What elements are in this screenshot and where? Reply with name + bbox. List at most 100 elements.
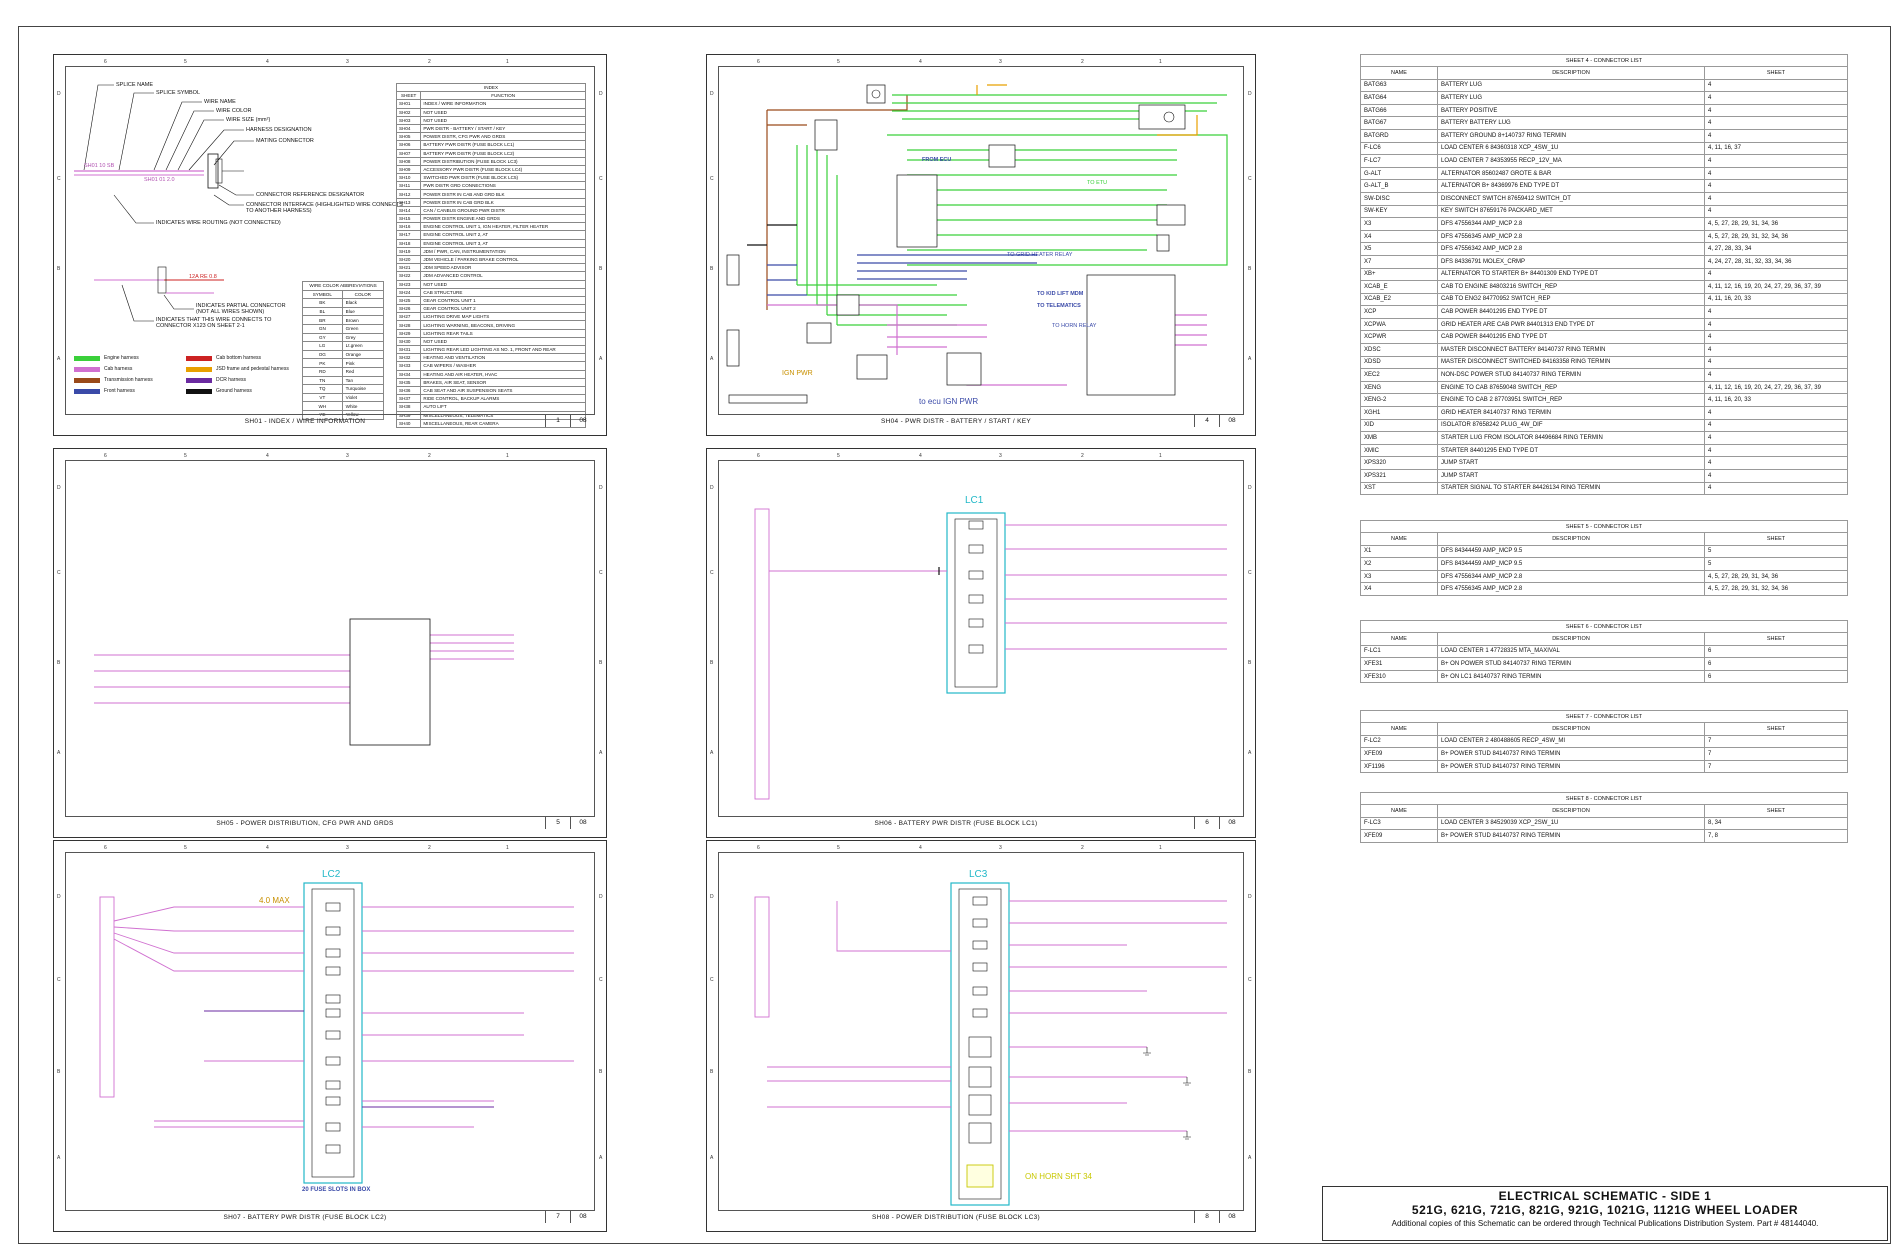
connector-description-cell: ENGINE TO CAB 87659048 SWITCH_REP [1437,380,1705,395]
connector-list-header: NAME DESCRIPTION SHEET [1360,722,1848,736]
connector-sheet-cell: 4 [1704,456,1848,470]
sheet-number: 1 [545,415,570,427]
index-function-cell: LIGHTING DRIVE MAP LIGHTS [420,312,586,322]
index-sheet-cell: SH18 [395,238,422,248]
connector-list-title: SHEET 8 - CONNECTOR LIST [1360,792,1848,805]
connector-description-cell: JUMP START [1437,456,1705,470]
svg-text:A: A [599,750,603,756]
connector-description-cell: CAB TO ENG2 84770952 SWITCH_REP [1437,292,1705,307]
svg-text:3: 3 [346,453,349,459]
connector-sheet-cell: 4, 24, 27, 28, 31, 32, 33, 34, 36 [1704,254,1848,269]
callout-connector-interface: CONNECTOR INTERFACE (HIGHLIGHTED WIRE CO… [246,202,403,214]
connector-description-cell: DISCONNECT SWITCH 87659412 SWITCH_DT [1437,191,1705,206]
harness-legend: Engine harness Cab bottom harness Cab harn… [74,355,304,405]
legend-swatch [74,355,100,361]
sample-wire-label-b: SH01 01 2.0 [144,177,175,183]
connector-row: XCAB_E2 CAB TO ENG2 84770952 SWITCH_REP 4,… [1360,292,1848,307]
sheet-title: SH05 - POWER DISTRIBUTION, CFG PWR AND G… [216,819,394,827]
svg-text:5: 5 [184,453,187,459]
wire-color-row: PK Pink [302,358,385,368]
connector-list-title: SHEET 7 - CONNECTOR LIST [1360,710,1848,723]
connector-name-cell: XB+ [1360,267,1438,282]
callout-connector-ref-sheet: INDICATES THAT THIS WIRE CONNECTS TO CON… [156,317,272,329]
wire-symbol-cell: PK [302,358,343,368]
connector-row: X3 DFS 47556344 AMP_MCP 2.8 4, 5, 27, 28, … [1360,217,1848,231]
index-sheet-cell: SH19 [395,246,422,256]
index-function-cell: BRAKES, AIR SEAT, SENSOR [420,377,586,387]
svg-text:3: 3 [999,453,1002,459]
index-sheet-cell: SH30 [395,336,422,347]
fuse-slots-note: 20 FUSE SLOTS IN BOX [302,1187,371,1193]
wire-color-row: TQ Turquoise [302,384,385,394]
wire-color-cell: Red [341,366,385,377]
wire-color-row: LG Lt.green [302,341,385,351]
connector-row: X5 DFS 47556342 AMP_MCP 2.8 4, 27, 28, 33,… [1360,242,1848,256]
connector-name-cell: X3 [1360,569,1438,584]
sheet-number: 5 [545,817,570,829]
connector-name-cell: XCAB_E2 [1360,292,1438,307]
connector-row: F-LC6 LOAD CENTER 6 84360318 XCP_4SW_1U 4,… [1360,141,1848,156]
label-ign-pwr: IGN PWR [782,370,813,377]
connector-description-cell: MASTER DISCONNECT SWITCHED 84163358 RING… [1437,355,1705,370]
index-function-cell: CAB STRUCTURE [420,287,586,297]
index-head-function: FUNCTION [420,91,586,101]
svg-text:3: 3 [999,59,1002,65]
connector-description-cell: GRID HEATER 84140737 RING TERMIN [1437,406,1705,420]
legend-item: Cab harness [74,366,132,372]
svg-text:C: C [57,570,61,576]
connector-row: XENG ENGINE TO CAB 87659048 SWITCH_REP 4, … [1360,380,1848,395]
index-function-cell: CAB SEAT AND AIR SUSPENSION SEATS [420,385,586,396]
connector-name-cell: XF1196 [1360,759,1438,774]
connector-list-head-cell: DESCRIPTION [1437,632,1705,646]
index-sheet-cell: SH07 [395,148,422,158]
connector-name-cell: XFE09 [1360,747,1438,761]
callout-connector-ref: CONNECTOR REFERENCE DESIGNATOR [256,192,365,198]
sheet-title: SH08 - POWER DISTRIBUTION (FUSE BLOCK LC… [872,1213,1040,1221]
connector-row: F-LC2 LOAD CENTER 2 480488605 RECP_4SW_MI… [1360,734,1848,749]
svg-text:A: A [710,356,714,362]
svg-text:B: B [1248,1069,1252,1075]
index-row: SH33 CAB WIPERS / WASHER [395,361,586,371]
svg-text:1: 1 [1159,59,1162,65]
svg-text:1: 1 [506,845,509,851]
connector-sheet-cell: 4 [1704,481,1848,496]
svg-text:D: D [710,91,714,97]
svg-text:4: 4 [919,453,922,459]
index-function-cell: LIGHTING WARNING, BEACONS, DRIVING [420,320,586,330]
connector-list-head-cell: DESCRIPTION [1437,722,1705,736]
connector-row: XCAB_E CAB TO ENGINE 84803216 SWITCH_REP 4… [1360,280,1848,294]
ordering-note: Additional copies of this Schematic can … [1391,1219,1819,1228]
connector-row: XFE09 B+ POWER STUD 84140737 RING TERMIN 7… [1360,829,1848,843]
connector-description-cell: B+ POWER STUD 84140737 RING TERMIN [1437,747,1705,761]
index-sheet-cell: SH24 [395,287,422,297]
legend-swatch [74,366,100,372]
index-row: SH22 JDM ADVANCED CONTROL [395,271,586,281]
lc3-schematic: 6 5 4 3 2 1 D C B A D C B A [710,845,1252,1206]
connector-sheet-cell: 4, 11, 16, 37 [1704,141,1848,156]
index-row: SH15 POWER DISTR ENGINE AND GRDS [395,213,586,224]
index-sheet-cell: SH28 [395,320,422,330]
connector-list-header: NAME DESCRIPTION SHEET [1360,804,1848,818]
svg-text:B: B [1248,266,1252,272]
svg-text:C: C [57,176,61,182]
connector-list-head-cell: DESCRIPTION [1437,804,1705,818]
wire-color-cell: Turquoise [341,384,385,394]
connector-list-header: NAME DESCRIPTION SHEET [1360,66,1848,80]
index-function-cell: BATTERY PWR DISTR (FUSE BLOCK LC1) [420,140,586,150]
connector-name-cell: X4 [1360,582,1438,596]
wire-color-cell: Grey [341,332,385,343]
connector-sheet-cell: 4 [1704,91,1848,105]
wire-table-title: WIRE COLOR ABBREVIATIONS [302,281,384,291]
connector-list-head-cell: NAME [1360,804,1438,818]
svg-text:1: 1 [506,59,509,65]
legend-item: Engine harness [74,355,139,361]
connector-list-header: NAME DESCRIPTION SHEET [1360,532,1848,546]
svg-text:5: 5 [184,59,187,65]
connector-list-title: SHEET 5 - CONNECTOR LIST [1360,520,1848,533]
svg-text:6: 6 [104,59,107,65]
svg-text:3: 3 [346,59,349,65]
connector-description-cell: CAB POWER 84401295 END TYPE DT [1437,305,1705,319]
wire-color-row: GN Green [302,323,385,334]
index-row: SH17 ENGINE CONTROL UNIT 2, AT [395,230,586,240]
index-sheet-cell: SH16 [395,222,422,232]
